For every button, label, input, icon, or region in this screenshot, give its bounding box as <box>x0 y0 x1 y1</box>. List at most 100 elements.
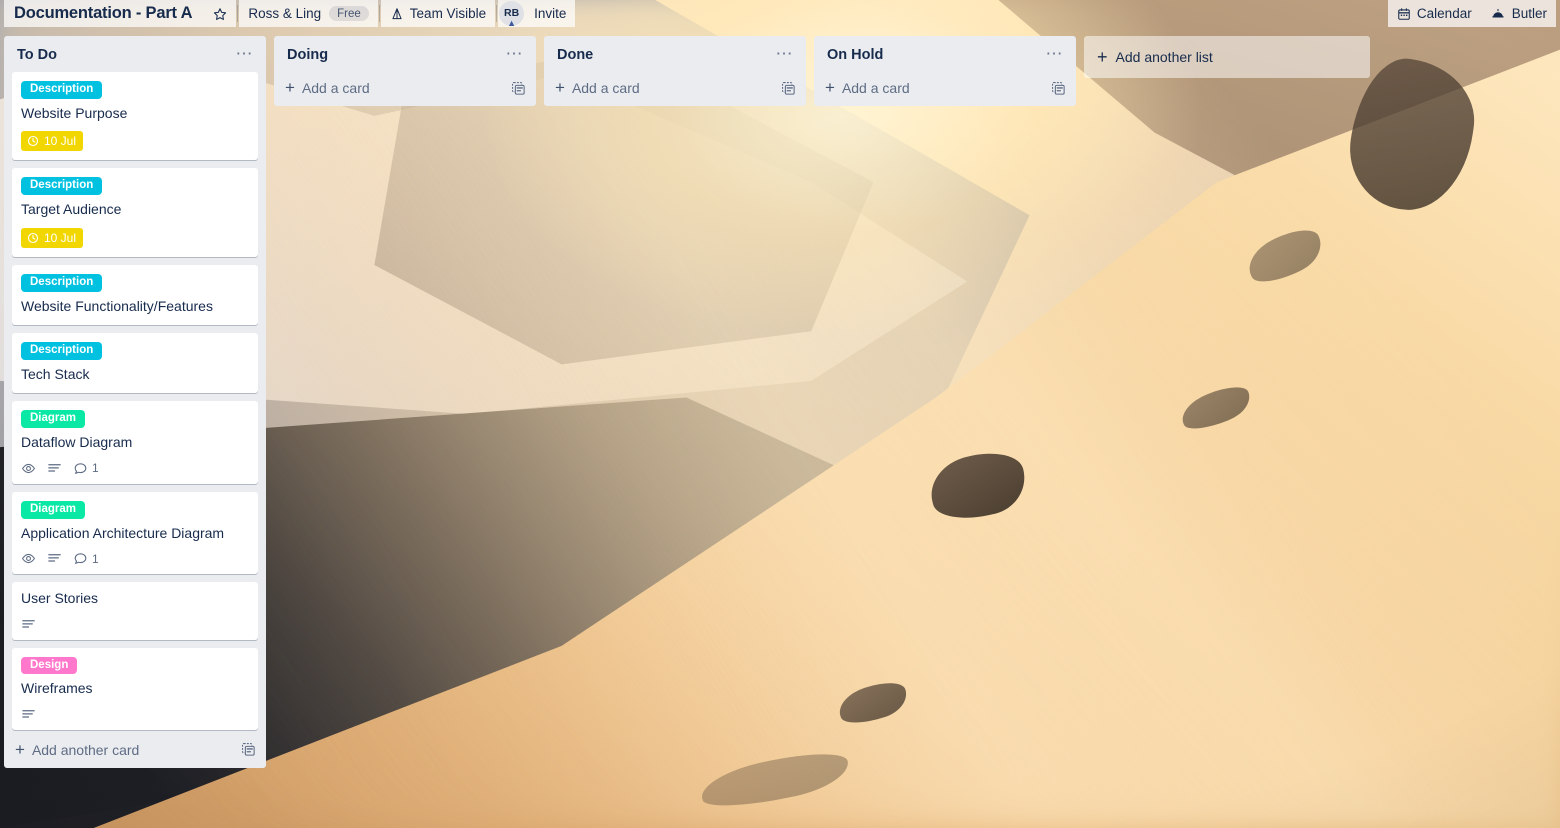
header-divider <box>496 5 498 22</box>
due-date-badge[interactable]: 10 Jul <box>21 227 84 248</box>
due-date-text: 10 Jul <box>44 134 77 149</box>
plus-icon: + <box>1097 47 1108 67</box>
card-badges <box>21 707 249 722</box>
calendar-button[interactable]: Calendar <box>1387 0 1481 27</box>
card-label[interactable]: Description <box>21 81 103 99</box>
watch-eye-icon <box>21 551 36 566</box>
card-label[interactable]: Description <box>21 177 103 196</box>
chevron-up-icon: ▲ <box>507 18 517 28</box>
calendar-icon <box>1397 7 1411 21</box>
board-title[interactable]: Documentation - Part A <box>4 0 205 27</box>
watch-eye-icon <box>21 461 36 476</box>
card-template-icon[interactable] <box>241 742 256 757</box>
add-card-label: Add a card <box>571 80 640 96</box>
list-actions-icon[interactable]: ⋯ <box>773 45 798 66</box>
card-label[interactable]: Description <box>21 273 103 292</box>
visibility-label: Team Visible <box>409 6 487 21</box>
description-lines-icon <box>47 461 62 476</box>
list-to-do: To Do ⋯ Description Website Purpose 10 J… <box>4 36 266 768</box>
star-icon <box>213 7 227 21</box>
plus-icon: + <box>825 78 835 97</box>
add-card-label: Add another card <box>31 741 140 758</box>
card-badges: 1 <box>21 551 249 566</box>
star-board-button[interactable] <box>204 0 237 27</box>
butler-button[interactable]: Butler <box>1480 0 1556 27</box>
card-application-architecture-diagram[interactable]: Diagram Application Architecture Diagram… <box>12 491 258 575</box>
workspace-button[interactable]: Ross & Ling Free <box>239 0 378 27</box>
card-title: Website Purpose <box>21 104 128 121</box>
list-done: Done ⋯ + Add a card <box>544 36 806 106</box>
list-header: On Hold ⋯ <box>814 36 1076 72</box>
list-actions-icon[interactable]: ⋯ <box>503 45 528 66</box>
list-title[interactable]: Done <box>557 47 773 64</box>
card-title: User Stories <box>21 590 99 607</box>
card-title: Tech Stack <box>21 365 90 382</box>
list-on-hold: On Hold ⋯ + Add a card <box>814 36 1076 106</box>
visibility-button[interactable]: Team Visible <box>380 0 496 27</box>
header-divider <box>378 5 380 22</box>
clock-icon <box>27 135 39 147</box>
add-another-card-button[interactable]: + Add another card <box>4 738 266 768</box>
card-website-functionality-features[interactable]: Description Website Functionality/Featur… <box>12 264 258 326</box>
comment-count: 1 <box>92 461 99 476</box>
list-header: Doing ⋯ <box>274 36 536 72</box>
card-wireframes[interactable]: Design Wireframes <box>12 647 258 730</box>
invite-label: Invite <box>534 6 567 21</box>
comment-count: 1 <box>92 551 99 566</box>
list-doing: Doing ⋯ + Add a card <box>274 36 536 106</box>
card-badges <box>21 617 249 632</box>
plan-badge: Free <box>329 6 369 21</box>
card-title: Dataflow Diagram <box>21 434 133 451</box>
organization-icon <box>390 7 404 21</box>
card-label[interactable]: Diagram <box>21 500 86 519</box>
add-card-button[interactable]: + Add a card <box>814 72 1076 106</box>
card-badges: 1 <box>21 461 249 476</box>
add-card-button[interactable]: + Add a card <box>274 72 536 106</box>
card-label[interactable]: Description <box>21 342 103 360</box>
card-template-icon[interactable] <box>1051 81 1066 96</box>
butler-icon <box>1490 7 1506 21</box>
board-header-right: Calendar Butler <box>1387 0 1556 27</box>
comment-icon: 1 <box>73 461 99 476</box>
card-title: Wireframes <box>21 680 93 697</box>
add-card-label: Add a card <box>841 80 910 96</box>
card-template-icon[interactable] <box>511 81 526 96</box>
header-divider <box>237 5 239 22</box>
card-title: Application Architecture Diagram <box>21 524 225 541</box>
list-title[interactable]: On Hold <box>827 47 1043 64</box>
card-tech-stack[interactable]: Description Tech Stack <box>12 333 258 394</box>
list-title[interactable]: Doing <box>287 47 503 64</box>
board-header: Documentation - Part A Ross & Ling Free <box>0 0 1560 28</box>
description-lines-icon <box>21 617 36 632</box>
plus-icon: + <box>15 739 25 759</box>
comment-icon: 1 <box>73 551 99 566</box>
board-title-text: Documentation - Part A <box>14 4 193 22</box>
calendar-label: Calendar <box>1416 6 1472 21</box>
description-lines-icon <box>21 707 36 722</box>
card-user-stories[interactable]: User Stories <box>12 582 258 640</box>
card-dataflow-diagram[interactable]: Diagram Dataflow Diagram 1 <box>12 401 258 484</box>
invite-button[interactable]: Invite <box>525 0 576 27</box>
card-website-purpose[interactable]: Description Website Purpose 10 Jul <box>12 72 258 161</box>
card-template-icon[interactable] <box>781 81 796 96</box>
card-label[interactable]: Design <box>21 656 78 675</box>
list-title[interactable]: To Do <box>17 47 233 64</box>
due-date-badge[interactable]: 10 Jul <box>21 131 84 152</box>
card-label[interactable]: Diagram <box>21 410 86 429</box>
due-date-text: 10 Jul <box>44 230 77 245</box>
plus-icon: + <box>555 78 565 97</box>
card-target-audience[interactable]: Description Target Audience 10 Jul <box>12 168 258 257</box>
add-card-button[interactable]: + Add a card <box>544 72 806 106</box>
list-actions-icon[interactable]: ⋯ <box>233 45 258 66</box>
avatar[interactable]: RB ▲ <box>498 0 526 28</box>
add-another-list-button[interactable]: + Add another list <box>1084 36 1370 78</box>
butler-label: Butler <box>1511 6 1547 21</box>
card-title: Website Functionality/Features <box>21 297 213 314</box>
clock-icon <box>27 232 39 244</box>
list-actions-icon[interactable]: ⋯ <box>1043 45 1068 66</box>
board-header-left: Documentation - Part A Ross & Ling Free <box>4 0 576 28</box>
add-card-label: Add a card <box>301 80 370 96</box>
description-lines-icon <box>47 551 62 566</box>
workspace-name: Ross & Ling <box>248 6 322 21</box>
board-canvas: To Do ⋯ Description Website Purpose 10 J… <box>0 27 1560 828</box>
